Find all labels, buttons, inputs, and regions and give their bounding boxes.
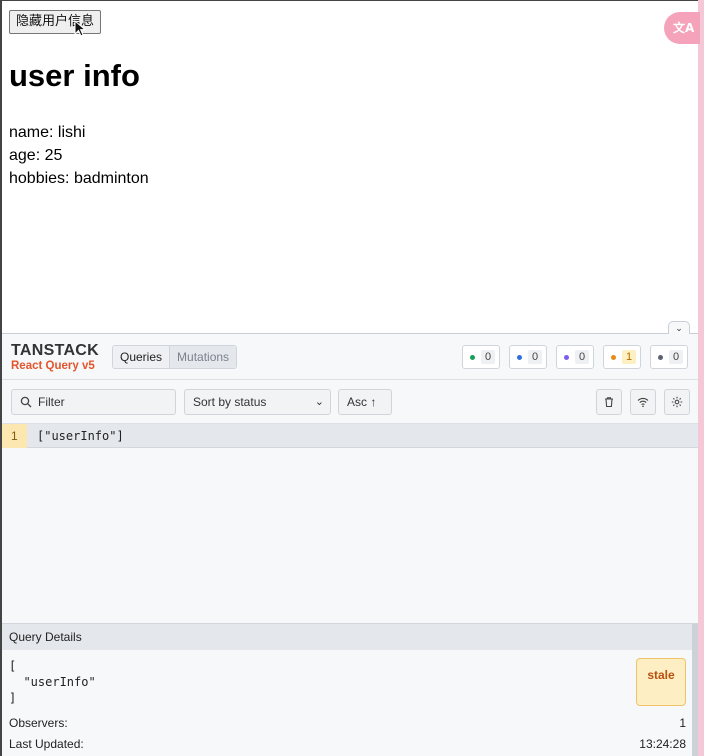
user-name-line: name: lishi bbox=[9, 124, 86, 141]
page-title: user info bbox=[9, 58, 140, 93]
inactive-count-badge[interactable]: 0 bbox=[650, 345, 688, 369]
chevron-down-icon: ⌄ bbox=[314, 396, 324, 408]
fetching-dot-icon bbox=[517, 354, 522, 360]
react-query-devtools-panel: ⌄ TANSTACK React Query v5 Queries Mutati… bbox=[2, 321, 698, 756]
paused-count-badge[interactable]: 0 bbox=[556, 345, 594, 369]
filter-input[interactable]: Filter bbox=[11, 389, 176, 415]
online-toggle-button[interactable] bbox=[630, 389, 656, 415]
mouse-cursor-icon bbox=[74, 20, 87, 37]
chevron-down-icon: ⌄ bbox=[675, 323, 683, 333]
query-details-heading: Query Details bbox=[2, 624, 698, 650]
clear-cache-button[interactable] bbox=[596, 389, 622, 415]
filter-placeholder: Filter bbox=[38, 395, 65, 409]
tab-mutations[interactable]: Mutations bbox=[170, 346, 237, 368]
fresh-count: 0 bbox=[481, 350, 496, 364]
status-counts: 0 0 0 1 0 bbox=[462, 345, 688, 369]
paused-dot-icon bbox=[564, 354, 569, 360]
inactive-count: 0 bbox=[669, 350, 684, 364]
observers-value: 1 bbox=[679, 716, 686, 730]
collapse-devtools-button[interactable]: ⌄ bbox=[668, 321, 690, 334]
last-updated-value: 13:24:28 bbox=[639, 737, 686, 751]
sort-select-value: Sort by status bbox=[193, 395, 267, 409]
sort-select[interactable]: Sort by status ⌄ bbox=[184, 389, 331, 415]
sort-order-button[interactable]: Asc ↑ bbox=[338, 389, 392, 415]
fetching-count: 0 bbox=[528, 350, 543, 364]
observers-label: Observers: bbox=[9, 716, 68, 730]
fetching-count-badge[interactable]: 0 bbox=[509, 345, 547, 369]
paused-count: 0 bbox=[575, 350, 590, 364]
trash-icon bbox=[605, 397, 613, 408]
browser-edge-strip bbox=[698, 0, 704, 756]
query-key: ["userInfo"] bbox=[37, 429, 124, 443]
query-row[interactable]: 1 ["userInfo"] bbox=[2, 424, 698, 448]
settings-button[interactable] bbox=[664, 389, 690, 415]
brand-title: TANSTACK bbox=[11, 342, 100, 359]
translate-icon[interactable]: 文A bbox=[664, 12, 700, 44]
inactive-dot-icon bbox=[658, 354, 663, 360]
devtools-toolbar: Filter Sort by status ⌄ Asc ↑ bbox=[2, 380, 698, 424]
query-details-key: [ "userInfo" ] bbox=[9, 659, 96, 705]
query-details-panel: Query Details [ "userInfo" ] stale Obser… bbox=[2, 623, 698, 756]
fresh-count-badge[interactable]: 0 bbox=[462, 345, 500, 369]
user-age-line: age: 25 bbox=[9, 147, 63, 164]
stale-dot-icon bbox=[611, 354, 616, 360]
tab-queries[interactable]: Queries bbox=[113, 346, 171, 368]
search-icon bbox=[20, 396, 32, 408]
wifi-icon bbox=[637, 397, 649, 408]
devtools-header: TANSTACK React Query v5 Queries Mutation… bbox=[2, 334, 698, 380]
fresh-dot-icon bbox=[470, 354, 475, 360]
gear-icon bbox=[671, 396, 683, 408]
status-badge: stale bbox=[636, 658, 686, 706]
devtools-logo[interactable]: TANSTACK React Query v5 bbox=[11, 342, 99, 372]
stale-count-badge[interactable]: 1 bbox=[603, 345, 641, 369]
query-observer-count: 1 bbox=[2, 424, 27, 448]
brand-subtitle: React Query v5 bbox=[11, 360, 95, 372]
details-scrollbar[interactable] bbox=[692, 624, 698, 756]
stale-count: 1 bbox=[622, 350, 637, 364]
view-tabs: Queries Mutations bbox=[112, 345, 238, 369]
last-updated-label: Last Updated: bbox=[9, 737, 84, 751]
user-hobbies-line: hobbies: badminton bbox=[9, 170, 149, 187]
